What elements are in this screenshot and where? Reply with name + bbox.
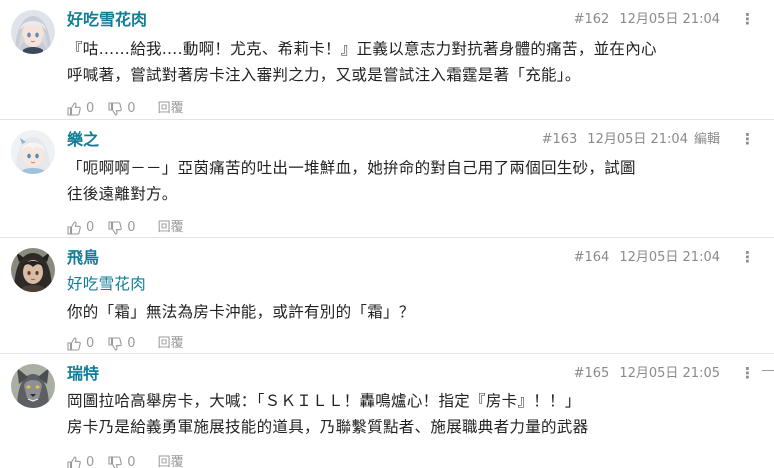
wolf-avatar-icon [11,364,55,408]
comment-text: 「呃啊啊－－」亞茵痛苦的吐出一堆鮮血，她拚命的對自己用了兩個回生砂，試圖 往後遠… [67,155,754,207]
comment-actions: 0 0 回覆 [67,454,184,468]
timestamp: 12月05日 21:05 [619,366,720,381]
comment-line: 岡圖拉哈高舉房卡，大喊：「ＳＫＩＬＬ！轟鳴爐心！指定『房卡』！！」 [67,392,581,410]
divider [762,370,774,371]
comment-line: 房卡乃是給義勇軍施展技能的道具，乃聯繫質點者、施展職典者力量的武器 [67,418,589,436]
like-button[interactable]: 0 [67,335,94,353]
comment-meta: #164 12月05日 21:04 [574,249,720,267]
anime-girl-white-hair-avatar-icon [11,130,55,174]
dislike-button[interactable]: 0 [108,100,136,118]
thumbs-down-icon [108,337,123,351]
comment-text: 好吃雪花肉 你的「霜」無法為房卡沖能，或許有別的「霜」？ [67,271,754,325]
reply-mention[interactable]: 好吃雪花肉 [67,271,754,297]
comment-thread: 好吃雪花肉 #162 12月05日 21:04 ⋮ 『咕……給我….動啊！尤克、希… [0,0,774,468]
reply-button[interactable]: 回覆 [158,219,184,237]
dislike-button[interactable]: 0 [108,335,136,353]
thumbs-down-icon [108,102,123,116]
comment-text: 『咕……給我….動啊！尤克、希莉卡！』正義以意志力對抗著身體的痛苦，並在內心 呼… [67,36,754,88]
more-vertical-icon[interactable]: ⋮ [740,364,755,382]
floor-number[interactable]: #162 [574,12,610,27]
comment-item: 飛鳥 #164 12月05日 21:04 ⋮ 好吃雪花肉 你的「霜」無法為房卡沖能… [0,238,774,354]
comment-meta: #163 12月05日 21:04 編輯 [542,131,720,149]
thumbs-up-icon [67,456,81,468]
dislike-count: 0 [127,455,136,468]
reply-button[interactable]: 回覆 [158,454,184,468]
timestamp: 12月05日 21:04 [587,132,688,147]
dislike-count: 0 [127,220,136,235]
comment-meta: #165 12月05日 21:05 [574,365,720,383]
anime-girl-silver-hair-avatar-icon [11,10,55,54]
username[interactable]: 飛鳥 [67,247,99,269]
comment-item: 瑞特 #165 12月05日 21:05 ⋮ 岡圖拉哈高舉房卡，大喊：「ＳＫＩＬＬ… [0,354,774,468]
comment-actions: 0 0 回覆 [67,335,184,353]
comment-line: 往後遠離對方。 [67,185,178,203]
edit-button[interactable]: 編輯 [694,132,720,147]
more-vertical-icon[interactable]: ⋮ [740,10,755,28]
thumbs-down-icon [108,221,123,235]
timestamp: 12月05日 21:04 [619,12,720,27]
comment-actions: 0 0 回覆 [67,100,184,118]
thumbs-up-icon [67,102,81,116]
dislike-count: 0 [127,336,136,351]
avatar[interactable] [11,248,55,292]
comment-item: 樂之 #163 12月05日 21:04 編輯 ⋮ 「呃啊啊－－」亞茵痛苦的吐出一堆… [0,120,774,238]
username[interactable]: 樂之 [67,129,99,151]
comment-line: 你的「霜」無法為房卡沖能，或許有別的「霜」？ [67,303,415,321]
like-button[interactable]: 0 [67,100,94,118]
thumbs-up-icon [67,221,81,235]
like-button[interactable]: 0 [67,454,94,468]
floor-number[interactable]: #163 [542,132,578,147]
avatar[interactable] [11,364,55,408]
floor-number[interactable]: #164 [574,250,610,265]
comment-actions: 0 0 回覆 [67,219,184,237]
thumbs-down-icon [108,456,123,468]
like-count: 0 [86,101,95,116]
reply-button[interactable]: 回覆 [158,335,184,353]
dislike-button[interactable]: 0 [108,219,136,237]
avatar[interactable] [11,130,55,174]
comment-item: 好吃雪花肉 #162 12月05日 21:04 ⋮ 『咕……給我….動啊！尤克、希… [0,0,774,120]
like-count: 0 [86,336,95,351]
thumbs-up-icon [67,337,81,351]
more-vertical-icon[interactable]: ⋮ [740,248,755,266]
dark-haired-character-avatar-icon [11,248,55,292]
comment-line: 呼喊著，嘗試對著房卡注入審判之力，又或是嘗試注入霜霆是著「充能」。 [67,66,581,84]
comment-text: 岡圖拉哈高舉房卡，大喊：「ＳＫＩＬＬ！轟鳴爐心！指定『房卡』！！」 房卡乃是給義… [67,388,754,440]
avatar[interactable] [11,10,55,54]
dislike-button[interactable]: 0 [108,454,136,468]
reply-button[interactable]: 回覆 [158,100,184,118]
more-vertical-icon[interactable]: ⋮ [740,130,755,148]
dislike-count: 0 [127,101,136,116]
like-count: 0 [86,455,95,468]
like-button[interactable]: 0 [67,219,94,237]
comment-line: 「呃啊啊－－」亞茵痛苦的吐出一堆鮮血，她拚命的對自己用了兩個回生砂，試圖 [67,159,636,177]
username[interactable]: 好吃雪花肉 [67,9,147,31]
like-count: 0 [86,220,95,235]
comment-line: 『咕……給我….動啊！尤克、希莉卡！』正義以意志力對抗著身體的痛苦，並在內心 [67,40,657,58]
comment-meta: #162 12月05日 21:04 [574,11,720,29]
floor-number[interactable]: #165 [574,366,610,381]
timestamp: 12月05日 21:04 [619,250,720,265]
username[interactable]: 瑞特 [67,363,99,385]
